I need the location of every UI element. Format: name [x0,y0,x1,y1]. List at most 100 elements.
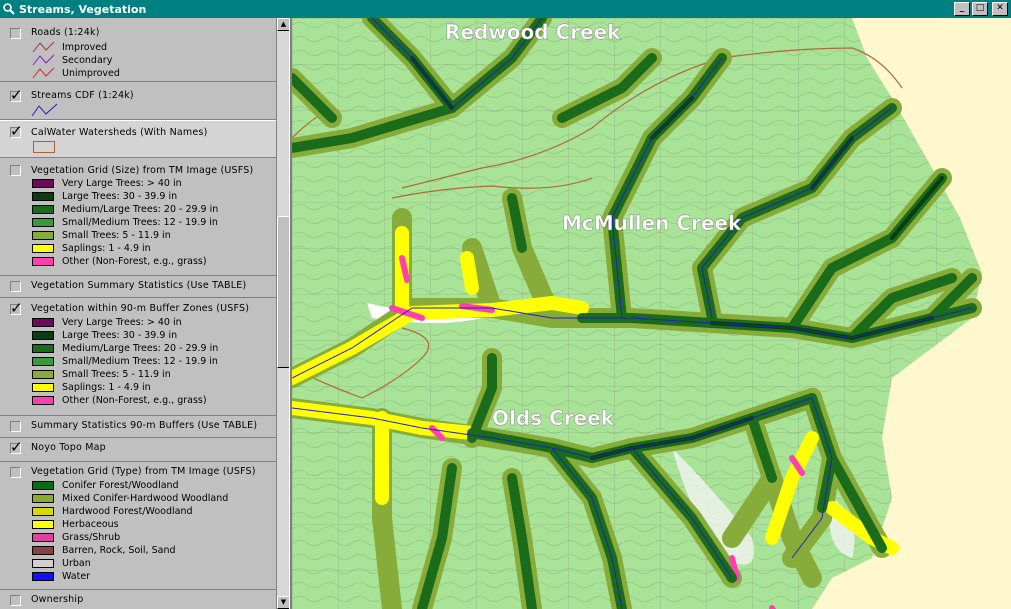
color-swatch [32,520,54,529]
color-swatch [32,231,54,240]
toc-scrollbar[interactable]: ▲ ▼ [276,18,290,609]
theme-name: Vegetation Summary Statistics (Use TABLE… [31,280,247,291]
color-swatch [32,331,54,340]
minimize-button[interactable]: _ [954,2,970,16]
theme-name: Summary Statistics 90-m Buffers (Use TAB… [31,420,258,431]
color-swatch [32,559,54,568]
minimize-icon: _ [959,3,965,13]
buffer-summary-checkbox[interactable] [10,421,21,432]
legend-item: Conifer Forest/Woodland [32,480,179,491]
legend-item: Urban [32,558,91,569]
theme-buffer-summary[interactable]: Summary Statistics 90-m Buffers (Use TAB… [0,416,276,438]
legend-item: Small/Medium Trees: 12 - 19.9 in [32,356,218,367]
legend-item: Small Trees: 5 - 11.9 in [32,230,171,241]
table-of-contents: Roads (1:24k) Improved Secondary Unimpro… [0,18,276,609]
window-title: Streams, Vegetation [19,2,147,16]
legend-item: Other (Non-Forest, e.g., grass) [32,256,207,267]
legend-item: Herbaceous [32,519,119,530]
legend-item: Hardwood Forest/Woodland [32,506,193,517]
arrow-up-icon: ▲ [280,20,287,28]
map-label-redwood-creek: Redwood Creek [445,20,621,44]
checkmark-icon: ✓ [10,299,23,317]
color-swatch [32,533,54,542]
legend-item: Mixed Conifer-Hardwood Woodland [32,493,228,504]
theme-name: Vegetation within 90-m Buffer Zones (USF… [31,303,250,314]
veg-buffer-checkbox[interactable]: ✓ [10,300,23,316]
checkmark-icon: ✓ [10,122,23,140]
color-swatch [32,546,54,555]
legend-item: Small Trees: 5 - 11.9 in [32,369,171,380]
maximize-icon: □ [975,3,985,13]
close-icon: ✕ [996,3,1004,13]
color-swatch [32,357,54,366]
color-swatch [32,344,54,353]
theme-veg-buffer[interactable]: ✓ Vegetation within 90-m Buffer Zones (U… [0,298,276,416]
theme-veg-type[interactable]: Vegetation Grid (Type) from TM Image (US… [0,462,276,590]
polygon-symbol-icon [33,141,55,153]
title-bar: Streams, Vegetation _ □ ✕ [0,0,1011,18]
color-swatch [32,572,54,581]
theme-topo[interactable]: ✓ Noyo Topo Map [0,438,276,462]
legend-item: Medium/Large Trees: 20 - 29.9 in [32,343,218,354]
ownership-checkbox[interactable] [10,595,21,606]
legend-item: Large Trees: 30 - 39.9 in [32,191,177,202]
watersheds-checkbox[interactable]: ✓ [10,123,23,139]
theme-name: Vegetation Grid (Size) from TM Image (US… [31,165,254,176]
color-swatch [32,494,54,503]
color-swatch [32,257,54,266]
color-swatch [32,244,54,253]
line-symbol-icon [32,54,55,66]
map-view[interactable]: Redwood Creek McMullen Creek Olds Creek [292,18,1011,609]
legend-item: Other (Non-Forest, e.g., grass) [32,395,207,406]
stream-line-icon [31,103,58,117]
theme-roads[interactable]: Roads (1:24k) Improved Secondary Unimpro… [0,18,276,82]
theme-name: Noyo Topo Map [31,442,106,453]
color-swatch [32,481,54,490]
theme-watersheds[interactable]: ✓ CalWater Watersheds (With Names) [0,120,276,158]
color-swatch [32,383,54,392]
color-swatch [32,507,54,516]
theme-streams[interactable]: ✓ Streams CDF (1:24k) [0,82,276,120]
theme-ownership[interactable]: Ownership [0,590,276,609]
veg-summary-checkbox[interactable] [10,281,21,292]
checkmark-icon: ✓ [10,86,23,104]
legend-item: Very Large Trees: > 40 in [32,317,182,328]
color-swatch [32,179,54,188]
legend-item: Large Trees: 30 - 39.9 in [32,330,177,341]
line-symbol-icon [32,41,55,53]
legend-item: Water [32,571,90,582]
veg-size-checkbox[interactable] [10,165,21,176]
legend-item: Improved [32,40,107,54]
theme-name: Streams CDF (1:24k) [31,90,134,101]
map-label-mcmullen-creek: McMullen Creek [562,211,742,235]
legend-item: Medium/Large Trees: 20 - 29.9 in [32,204,218,215]
color-swatch [32,370,54,379]
topo-checkbox[interactable]: ✓ [10,439,23,455]
color-swatch [32,192,54,201]
color-swatch [32,396,54,405]
close-button[interactable]: ✕ [992,2,1008,16]
legend-item: Saplings: 1 - 4.9 in [32,243,151,254]
streams-checkbox[interactable]: ✓ [10,87,23,103]
theme-name: Ownership [31,594,84,605]
legend-item: Grass/Shrub [32,532,120,543]
legend-item: Saplings: 1 - 4.9 in [32,382,151,393]
color-swatch [32,318,54,327]
color-swatch [32,218,54,227]
legend-item: Barren, Rock, Soil, Sand [32,545,176,556]
legend-item: Small/Medium Trees: 12 - 19.9 in [32,217,218,228]
line-symbol-icon [32,67,55,79]
map-canvas[interactable]: Redwood Creek McMullen Creek Olds Creek [292,18,1011,609]
legend-item: Unimproved [32,66,120,80]
theme-veg-summary[interactable]: Vegetation Summary Statistics (Use TABLE… [0,276,276,298]
veg-type-checkbox[interactable] [10,467,21,478]
theme-name: Roads (1:24k) [31,27,100,38]
map-label-olds-creek: Olds Creek [492,406,615,430]
theme-name: CalWater Watersheds (With Names) [31,127,208,138]
theme-veg-size[interactable]: Vegetation Grid (Size) from TM Image (US… [0,158,276,276]
maximize-button[interactable]: □ [972,2,988,16]
roads-checkbox[interactable] [10,28,21,39]
legend-item: Very Large Trees: > 40 in [32,178,182,189]
color-swatch [32,205,54,214]
checkmark-icon: ✓ [10,438,23,456]
